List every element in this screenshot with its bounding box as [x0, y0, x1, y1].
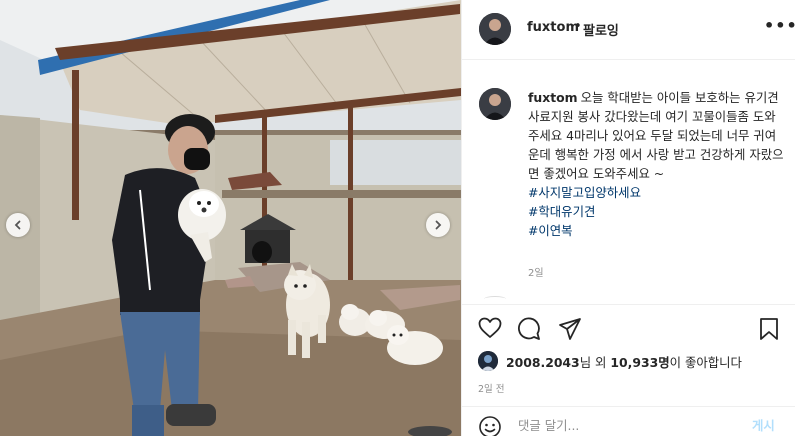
- comment-input[interactable]: [518, 414, 738, 436]
- comment-button[interactable]: [517, 317, 541, 345]
- likes-text[interactable]: 2008.2043님 외 10,933명이 좋아합니다: [506, 353, 742, 371]
- hashtag-link[interactable]: #학대유기견: [528, 202, 786, 221]
- avatar-image: [479, 13, 511, 45]
- likes-suffix: 이 좋아합니다: [669, 355, 742, 370]
- post-actions: 2008.2043님 외 10,933명이 좋아합니다 2일 전 게시: [462, 304, 795, 436]
- share-button[interactable]: [558, 317, 582, 345]
- comment-divider: [484, 296, 506, 302]
- caption-avatar[interactable]: [479, 88, 511, 120]
- post-caption: fuxtom 오늘 학대받는 아이들 보호하는 유기견 사료지원 봉사 갔다왔는데…: [528, 88, 786, 240]
- post-header: fuxtom • 팔로잉 •••: [462, 0, 795, 60]
- prev-photo-button[interactable]: [6, 213, 30, 237]
- post-side-panel: fuxtom • 팔로잉 ••• fuxtom 오늘 학대받는 아이들 보호하는 …: [461, 0, 795, 436]
- like-button[interactable]: [478, 317, 502, 343]
- post-photo[interactable]: [0, 0, 461, 436]
- liker-username[interactable]: 2008.2043: [506, 355, 580, 370]
- bookmark-icon: [760, 318, 778, 340]
- comment-bar: 게시: [462, 406, 795, 436]
- save-button[interactable]: [758, 317, 780, 345]
- caption-username[interactable]: fuxtom: [528, 90, 578, 105]
- emoji-button[interactable]: [478, 415, 502, 436]
- paper-plane-icon: [559, 318, 581, 340]
- hashtag-link[interactable]: #이연복: [528, 221, 786, 240]
- header-username[interactable]: fuxtom: [527, 20, 579, 35]
- likes-count[interactable]: 10,933명: [610, 355, 669, 370]
- post-image: [0, 0, 461, 436]
- heart-icon: [478, 317, 502, 338]
- avatar-image: [479, 88, 511, 120]
- emoji-icon: [479, 416, 501, 436]
- more-options-icon[interactable]: •••: [764, 16, 795, 35]
- post-comment-button[interactable]: 게시: [752, 416, 775, 434]
- chevron-right-icon: [435, 220, 442, 230]
- next-photo-button[interactable]: [426, 213, 450, 237]
- liker-avatar[interactable]: [478, 351, 498, 371]
- hashtag-link[interactable]: #사지말고입양하세요: [528, 183, 786, 202]
- post-timestamp[interactable]: 2일 전: [478, 381, 505, 395]
- header-separator: •: [574, 19, 582, 34]
- following-button[interactable]: 팔로잉: [583, 20, 619, 39]
- chevron-left-icon: [14, 220, 21, 230]
- likes-summary: 2008.2043님 외 10,933명이 좋아합니다: [478, 351, 788, 371]
- likes-middle: 님 외: [579, 355, 607, 370]
- avatar[interactable]: [479, 13, 511, 45]
- comment-icon: [518, 317, 540, 340]
- avatar-image: [478, 351, 498, 371]
- caption-age: 2일: [528, 268, 544, 279]
